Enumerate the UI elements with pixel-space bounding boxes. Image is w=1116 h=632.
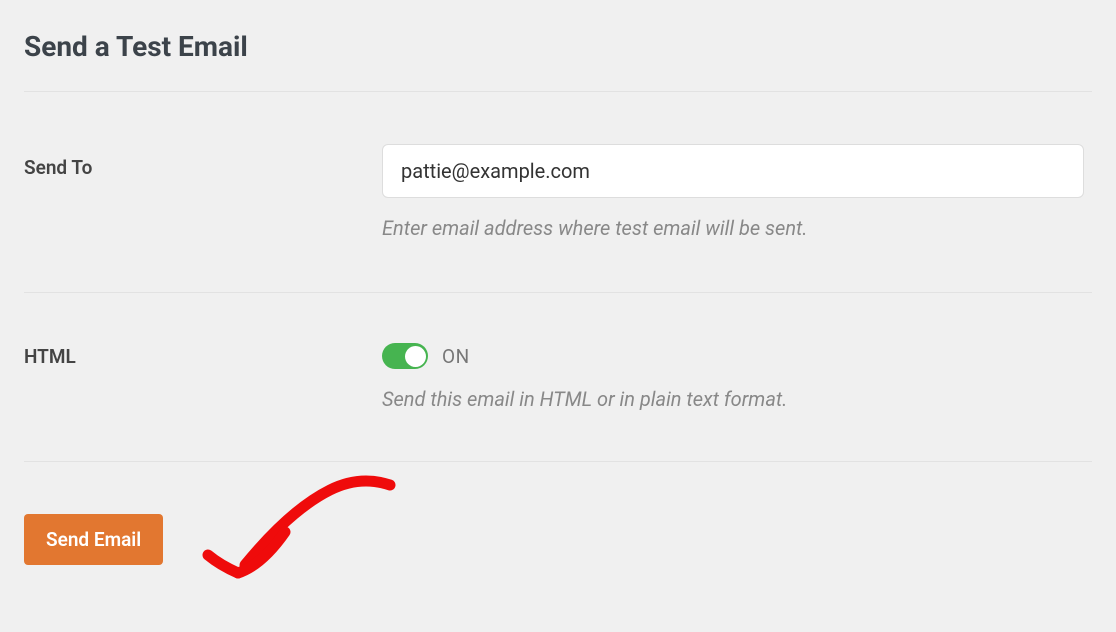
send-email-button[interactable]: Send Email [24, 514, 163, 565]
button-row: Send Email [24, 462, 1092, 565]
html-help: Send this email in HTML or in plain text… [382, 387, 1092, 411]
html-toggle-status: ON [442, 345, 470, 368]
html-toggle-row: ON [382, 343, 1092, 369]
html-control: ON Send this email in HTML or in plain t… [382, 343, 1092, 411]
page-title: Send a Test Email [24, 0, 1092, 92]
send-to-help: Enter email address where test email wil… [382, 216, 1092, 240]
html-toggle[interactable] [382, 343, 428, 369]
html-label: HTML [24, 343, 382, 368]
toggle-knob [405, 346, 426, 367]
send-to-control: Enter email address where test email wil… [382, 144, 1092, 240]
html-row: HTML ON Send this email in HTML or in pl… [24, 293, 1092, 462]
send-to-row: Send To Enter email address where test e… [24, 92, 1092, 293]
send-to-label: Send To [24, 144, 382, 179]
send-to-input[interactable] [382, 144, 1084, 198]
